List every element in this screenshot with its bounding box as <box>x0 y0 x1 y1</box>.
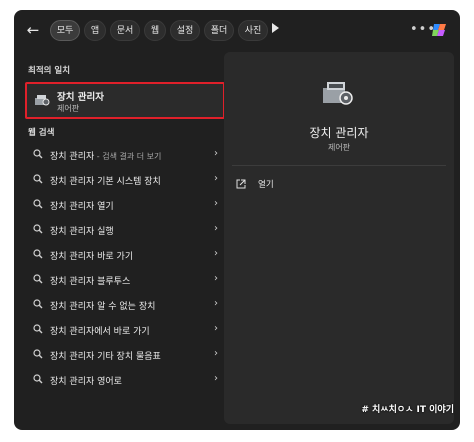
open-external-icon <box>236 179 246 189</box>
search-window: ← 모두 앱 문서 웹 설정 폴더 사진 ••• 최적의 일치 장치 관리자 제… <box>14 10 460 430</box>
back-arrow-icon[interactable]: ← <box>22 19 44 41</box>
chevron-right-icon[interactable]: › <box>214 373 218 384</box>
magnifier-icon <box>33 249 43 259</box>
tab-folders[interactable]: 폴더 <box>204 20 234 41</box>
tab-settings[interactable]: 설정 <box>170 20 200 41</box>
web-result-label: 장치 관리자 블루투스 <box>50 277 131 287</box>
web-result-row[interactable]: 장치 관리자에서 바로 가기 › <box>28 319 222 343</box>
web-result-label: 장치 관리자 영어로 <box>50 377 122 387</box>
best-match-heading: 최적의 일치 <box>28 66 71 76</box>
web-result-row[interactable]: 장치 관리자 기본 시스템 장치 › <box>28 169 222 193</box>
chevron-right-icon[interactable]: › <box>214 198 218 209</box>
best-match-subtitle: 제어판 <box>57 104 80 113</box>
web-result-row[interactable]: 장치 관리자 알 수 없는 장치 › <box>28 294 222 318</box>
magnifier-icon <box>33 149 43 159</box>
web-result-label: 장치 관리자 실행 <box>50 227 114 237</box>
chevron-right-icon[interactable]: › <box>214 298 218 309</box>
preview-subtitle: 제어판 <box>327 143 351 152</box>
chevron-right-icon[interactable]: › <box>214 348 218 359</box>
web-result-label: 장치 관리자 알 수 없는 장치 <box>50 302 156 312</box>
more-tabs-play-icon[interactable] <box>272 23 279 33</box>
magnifier-icon <box>33 349 43 359</box>
divider <box>232 165 446 166</box>
device-manager-icon <box>323 82 353 105</box>
tab-all[interactable]: 모두 <box>50 20 80 41</box>
web-result-label: 장치 관리자 기타 장치 물음표 <box>50 352 161 362</box>
results-pane: 최적의 일치 장치 관리자 제어판 웹 검색 장치 관리자 - 검색 결과 더 … <box>22 58 225 430</box>
web-result-row[interactable]: 장치 관리자 기타 장치 물음표 › <box>28 344 222 368</box>
web-result-row[interactable]: 장치 관리자 열기 › <box>28 194 222 218</box>
web-result-label: 장치 관리자 열기 <box>50 202 114 212</box>
watermark: # 치ㅆ치ㅇㅅ IT 이야기 <box>361 405 454 415</box>
magnifier-icon <box>33 374 43 384</box>
tab-documents[interactable]: 문서 <box>110 20 140 41</box>
chevron-right-icon[interactable]: › <box>214 273 218 284</box>
web-search-heading: 웹 검색 <box>28 128 55 138</box>
magnifier-icon <box>33 174 43 184</box>
tab-apps[interactable]: 앱 <box>84 20 106 41</box>
web-result-row[interactable]: 장치 관리자 바로 가기 › <box>28 244 222 268</box>
magnifier-icon <box>33 199 43 209</box>
best-match-item[interactable]: 장치 관리자 제어판 <box>25 82 225 119</box>
best-match-title: 장치 관리자 <box>57 92 105 103</box>
web-result-row[interactable]: 장치 관리자 영어로 › <box>28 369 222 393</box>
preview-pane: 장치 관리자 제어판 열기 <box>224 52 454 424</box>
web-result-hint: - 검색 결과 더 보기 <box>94 152 162 161</box>
web-result-row[interactable]: 장치 관리자 블루투스 › <box>28 269 222 293</box>
top-bar: ← 모두 앱 문서 웹 설정 폴더 사진 ••• <box>14 10 460 50</box>
web-result-label: 장치 관리자 기본 시스템 장치 <box>50 177 161 187</box>
web-result-row[interactable]: 장치 관리자 실행 › <box>28 219 222 243</box>
chevron-right-icon[interactable]: › <box>214 148 218 159</box>
web-result-label: 장치 관리자 바로 가기 <box>50 252 134 262</box>
web-result-label: 장치 관리자에서 바로 가기 <box>50 327 150 337</box>
magnifier-icon <box>33 299 43 309</box>
preview-title: 장치 관리자 <box>309 126 369 140</box>
web-result-row[interactable]: 장치 관리자 - 검색 결과 더 보기 › <box>28 144 222 168</box>
magnifier-icon <box>33 224 43 234</box>
chevron-right-icon[interactable]: › <box>214 173 218 184</box>
chevron-right-icon[interactable]: › <box>214 323 218 334</box>
magnifier-icon <box>33 274 43 284</box>
device-manager-icon <box>35 95 50 106</box>
magnifier-icon <box>33 324 43 334</box>
chevron-right-icon[interactable]: › <box>214 248 218 259</box>
chevron-right-icon[interactable]: › <box>214 223 218 234</box>
open-label: 열기 <box>258 180 274 190</box>
copilot-icon[interactable] <box>431 21 449 39</box>
tab-web[interactable]: 웹 <box>144 20 166 41</box>
web-result-label: 장치 관리자 - 검색 결과 더 보기 <box>50 152 162 162</box>
tab-photos[interactable]: 사진 <box>238 20 268 41</box>
